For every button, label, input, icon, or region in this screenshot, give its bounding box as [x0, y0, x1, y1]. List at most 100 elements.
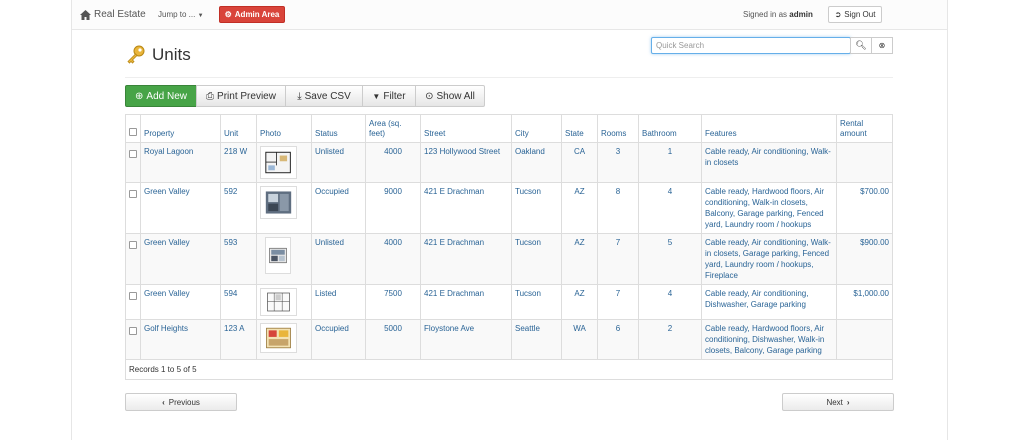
cell-street[interactable]: 421 E Drachman — [420, 233, 512, 285]
header-street[interactable]: Street — [420, 114, 512, 143]
brand-link[interactable]: Real Estate — [80, 9, 146, 20]
cell-city[interactable]: Tucson — [511, 284, 562, 320]
floorplan-thumbnail[interactable] — [265, 237, 291, 274]
header-city[interactable]: City — [511, 114, 562, 143]
filter-label: Filter — [383, 90, 406, 102]
row-checkbox[interactable] — [129, 150, 137, 158]
cell-rental-amount[interactable]: $1,000.00 — [836, 284, 893, 320]
cell-city[interactable]: Seattle — [511, 319, 562, 360]
next-button[interactable]: Next › — [782, 393, 894, 411]
cell-state[interactable]: CA — [561, 142, 598, 183]
cell-status[interactable]: Unlisted — [311, 142, 366, 183]
cell-street[interactable]: 421 E Drachman — [420, 284, 512, 320]
cell-bathroom[interactable]: 4 — [638, 182, 702, 234]
cell-property[interactable]: Green Valley — [140, 233, 221, 285]
row-checkbox[interactable] — [129, 190, 137, 198]
cell-state[interactable]: AZ — [561, 182, 598, 234]
cell-status[interactable]: Occupied — [311, 319, 366, 360]
table-row[interactable]: Royal Lagoon 218 W Unlisted 4000 123 Hol… — [125, 142, 893, 183]
previous-button[interactable]: ‹ Previous — [125, 393, 237, 411]
clear-search-button[interactable]: ⊗ — [871, 37, 893, 54]
cell-status[interactable]: Listed — [311, 284, 366, 320]
admin-area-button[interactable]: ⚙ Admin Area — [219, 6, 285, 23]
header-status[interactable]: Status — [311, 114, 366, 143]
search-button[interactable]: 🔍︎ — [850, 37, 872, 54]
cell-state[interactable]: AZ — [561, 233, 598, 285]
header-rental-amount[interactable]: Rental amount — [836, 114, 893, 143]
table-row[interactable]: Green Valley 594 Listed 7500 421 E Drach… — [125, 284, 893, 320]
cell-area[interactable]: 4000 — [365, 142, 421, 183]
cell-street[interactable]: 421 E Drachman — [420, 182, 512, 234]
cell-bathroom[interactable]: 5 — [638, 233, 702, 285]
table-row[interactable]: Green Valley 593 Unlisted 4000 421 E Dra… — [125, 233, 893, 285]
cell-features[interactable]: Cable ready, Air conditioning, Dishwashe… — [701, 284, 837, 320]
cell-unit[interactable]: 592 — [220, 182, 257, 234]
cell-state[interactable]: WA — [561, 319, 598, 360]
cell-rooms[interactable]: 3 — [597, 142, 639, 183]
cell-area[interactable]: 9000 — [365, 182, 421, 234]
select-all-checkbox[interactable] — [129, 128, 137, 136]
cell-unit[interactable]: 218 W — [220, 142, 257, 183]
header-property[interactable]: Property — [140, 114, 221, 143]
print-preview-button[interactable]: ⎙ Print Preview — [196, 85, 286, 107]
header-bathroom[interactable]: Bathroom — [638, 114, 702, 143]
save-csv-button[interactable]: ⤓ Save CSV — [285, 85, 363, 107]
cell-property[interactable]: Green Valley — [140, 284, 221, 320]
cell-rooms[interactable]: 7 — [597, 233, 639, 285]
cell-city[interactable]: Oakland — [511, 142, 562, 183]
row-checkbox[interactable] — [129, 292, 137, 300]
jump-to-dropdown[interactable]: Jump to ... ▼ — [158, 10, 204, 19]
cell-property[interactable]: Golf Heights — [140, 319, 221, 360]
cell-unit[interactable]: 594 — [220, 284, 257, 320]
cell-rental-amount[interactable]: $900.00 — [836, 233, 893, 285]
select-all-header — [125, 114, 141, 143]
floorplan-thumbnail[interactable] — [260, 288, 297, 316]
header-features[interactable]: Features — [701, 114, 837, 143]
cell-rental-amount[interactable] — [836, 319, 893, 360]
row-checkbox[interactable] — [129, 327, 137, 335]
cell-unit[interactable]: 593 — [220, 233, 257, 285]
cell-features[interactable]: Cable ready, Hardwood floors, Air condit… — [701, 319, 837, 360]
cell-rental-amount[interactable] — [836, 142, 893, 183]
cell-unit[interactable]: 123 A — [220, 319, 257, 360]
floorplan-thumbnail[interactable] — [260, 186, 297, 219]
table-row[interactable]: Golf Heights 123 A Occupied 5000 Floysto… — [125, 319, 893, 360]
page-header: Units — [125, 44, 191, 66]
header-state[interactable]: State — [561, 114, 598, 143]
header-unit[interactable]: Unit — [220, 114, 257, 143]
cell-status[interactable]: Unlisted — [311, 233, 366, 285]
table-row[interactable]: Green Valley 592 Occupied 9000 421 E Dra… — [125, 182, 893, 234]
cell-rental-amount[interactable]: $700.00 — [836, 182, 893, 234]
cell-street[interactable]: Floystone Ave — [420, 319, 512, 360]
cell-features[interactable]: Cable ready, Hardwood floors, Air condit… — [701, 182, 837, 234]
floorplan-thumbnail[interactable] — [260, 146, 297, 179]
add-new-button[interactable]: ⊕ Add New — [125, 85, 197, 107]
cell-street[interactable]: 123 Hollywood Street — [420, 142, 512, 183]
floorplan-thumbnail[interactable] — [260, 323, 297, 353]
cell-rooms[interactable]: 6 — [597, 319, 639, 360]
cell-city[interactable]: Tucson — [511, 233, 562, 285]
cell-status[interactable]: Occupied — [311, 182, 366, 234]
cell-area[interactable]: 7500 — [365, 284, 421, 320]
quick-search-input[interactable] — [651, 37, 851, 54]
cell-city[interactable]: Tucson — [511, 182, 562, 234]
cell-property[interactable]: Royal Lagoon — [140, 142, 221, 183]
cell-area[interactable]: 5000 — [365, 319, 421, 360]
cell-bathroom[interactable]: 2 — [638, 319, 702, 360]
cell-features[interactable]: Cable ready, Air conditioning, Walk-in c… — [701, 142, 837, 183]
cell-bathroom[interactable]: 1 — [638, 142, 702, 183]
cell-features[interactable]: Cable ready, Air conditioning, Walk-in c… — [701, 233, 837, 285]
sign-out-button[interactable]: ➲ Sign Out — [828, 6, 882, 23]
header-area[interactable]: Area (sq. feet) — [365, 114, 421, 143]
cell-area[interactable]: 4000 — [365, 233, 421, 285]
cell-property[interactable]: Green Valley — [140, 182, 221, 234]
filter-button[interactable]: ▼ Filter — [362, 85, 416, 107]
cell-bathroom[interactable]: 4 — [638, 284, 702, 320]
cell-state[interactable]: AZ — [561, 284, 598, 320]
show-all-button[interactable]: ⊙ Show All — [415, 85, 485, 107]
header-photo[interactable]: Photo — [256, 114, 312, 143]
cell-rooms[interactable]: 7 — [597, 284, 639, 320]
row-checkbox[interactable] — [129, 241, 137, 249]
cell-rooms[interactable]: 8 — [597, 182, 639, 234]
header-rooms[interactable]: Rooms — [597, 114, 639, 143]
